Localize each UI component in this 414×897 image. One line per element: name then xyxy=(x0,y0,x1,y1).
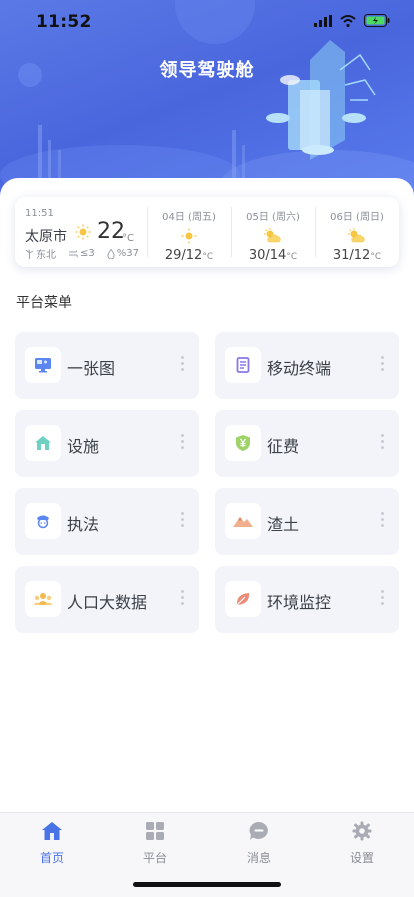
menu-tile-mobile[interactable]: 移动终端 xyxy=(215,332,399,399)
tab-label: 设置 xyxy=(349,851,374,865)
home-icon xyxy=(42,822,62,840)
menu-tile-population[interactable]: 人口大数据 xyxy=(15,566,199,633)
divider xyxy=(147,207,148,257)
menu-label: 人口大数据 xyxy=(67,593,148,612)
leaf-icon xyxy=(236,593,250,606)
more-icon[interactable] xyxy=(181,356,185,371)
wind-level: ≤3 xyxy=(68,248,95,259)
page-title: 领导驾驶舱 xyxy=(159,60,255,81)
more-icon[interactable] xyxy=(181,434,185,449)
document-icon xyxy=(236,357,250,373)
menu-tile-fee[interactable]: 征费 xyxy=(215,410,399,477)
weather-time: 11:51 xyxy=(25,208,54,219)
menu-label: 移动终端 xyxy=(267,359,332,378)
more-icon[interactable] xyxy=(381,434,385,449)
mountain-icon xyxy=(233,517,253,527)
menu-tile-facility[interactable]: 设施 xyxy=(15,410,199,477)
forecast-unit: °C xyxy=(202,252,214,262)
forecast-temp: 30/14 xyxy=(248,248,287,263)
partly-cloudy-icon xyxy=(264,228,281,243)
humidity: %37 xyxy=(107,248,139,259)
menu-label: 设施 xyxy=(67,437,100,456)
menu-tile-muck[interactable]: 渣土 xyxy=(215,488,399,555)
sun-icon xyxy=(75,224,91,240)
status-bar: 11:52 xyxy=(0,0,414,44)
humidity-drop-icon xyxy=(107,248,115,259)
partly-cloudy-icon xyxy=(348,228,365,243)
wind-turbine-icon xyxy=(25,248,34,259)
menu-tile-enforcement[interactable]: 执法 xyxy=(15,488,199,555)
grid-icon xyxy=(146,822,164,840)
forecast-day-1: 04日 (周五) 29/12°C xyxy=(149,208,229,263)
wind-icon xyxy=(69,250,78,258)
weather-temp: 22 xyxy=(97,219,125,244)
yuan-shield-icon xyxy=(236,435,250,451)
divider xyxy=(231,207,232,257)
tab-label: 消息 xyxy=(246,851,271,865)
menu-label: 一张图 xyxy=(67,359,116,378)
menu-label: 征费 xyxy=(267,437,300,456)
wifi-icon xyxy=(340,14,356,27)
divider xyxy=(315,207,316,257)
more-icon[interactable] xyxy=(381,356,385,371)
people-icon xyxy=(33,593,53,605)
forecast-unit: °C xyxy=(370,252,382,262)
more-icon[interactable] xyxy=(181,590,185,605)
forecast-date: 05日 (周六) xyxy=(246,212,300,223)
more-icon[interactable] xyxy=(381,512,385,527)
more-icon[interactable] xyxy=(381,590,385,605)
signal-icon xyxy=(314,14,332,27)
forecast-temp: 31/12 xyxy=(332,248,371,263)
message-icon xyxy=(249,822,268,840)
tab-label: 平台 xyxy=(142,851,167,865)
forecast-temp: 29/12 xyxy=(164,248,203,263)
map-screen-icon xyxy=(35,358,51,373)
tab-settings[interactable]: 设置 xyxy=(322,821,402,866)
tab-home[interactable]: 首页 xyxy=(12,821,92,866)
tab-platform[interactable]: 平台 xyxy=(115,821,195,866)
weather-city: 太原市 xyxy=(25,229,67,245)
wind-direction: 东北 xyxy=(25,246,56,261)
weather-meta: 东北 ≤3 %37 xyxy=(25,246,139,261)
menu-label: 执法 xyxy=(67,515,100,534)
tab-label: 首页 xyxy=(39,851,64,865)
menu-label: 环境监控 xyxy=(267,593,332,612)
forecast-date: 04日 (周五) xyxy=(162,212,216,223)
forecast-unit: °C xyxy=(286,252,298,262)
house-icon xyxy=(35,436,51,450)
forecast-day-3: 06日 (周日) 31/12°C xyxy=(317,208,397,263)
menu-tile-map[interactable]: 一张图 xyxy=(15,332,199,399)
weather-card[interactable]: 11:51 太原市 22 °C 东北 ≤3 %37 04日 (周五) 29/12… xyxy=(15,197,399,267)
battery-icon xyxy=(364,14,390,27)
status-icons xyxy=(314,14,390,27)
menu-tile-environment[interactable]: 环境监控 xyxy=(215,566,399,633)
sun-icon xyxy=(181,228,197,244)
tab-messages[interactable]: 消息 xyxy=(219,821,299,866)
menu-label: 渣土 xyxy=(267,515,300,534)
forecast-day-2: 05日 (周六) 30/14°C xyxy=(233,208,313,263)
more-icon[interactable] xyxy=(181,512,185,527)
officer-icon xyxy=(37,515,49,529)
section-title: 平台菜单 xyxy=(16,295,72,311)
forecast-date: 06日 (周日) xyxy=(330,212,384,223)
gear-icon xyxy=(352,821,372,841)
weather-unit: °C xyxy=(122,233,134,244)
home-indicator xyxy=(133,882,281,887)
status-time: 11:52 xyxy=(36,12,92,32)
